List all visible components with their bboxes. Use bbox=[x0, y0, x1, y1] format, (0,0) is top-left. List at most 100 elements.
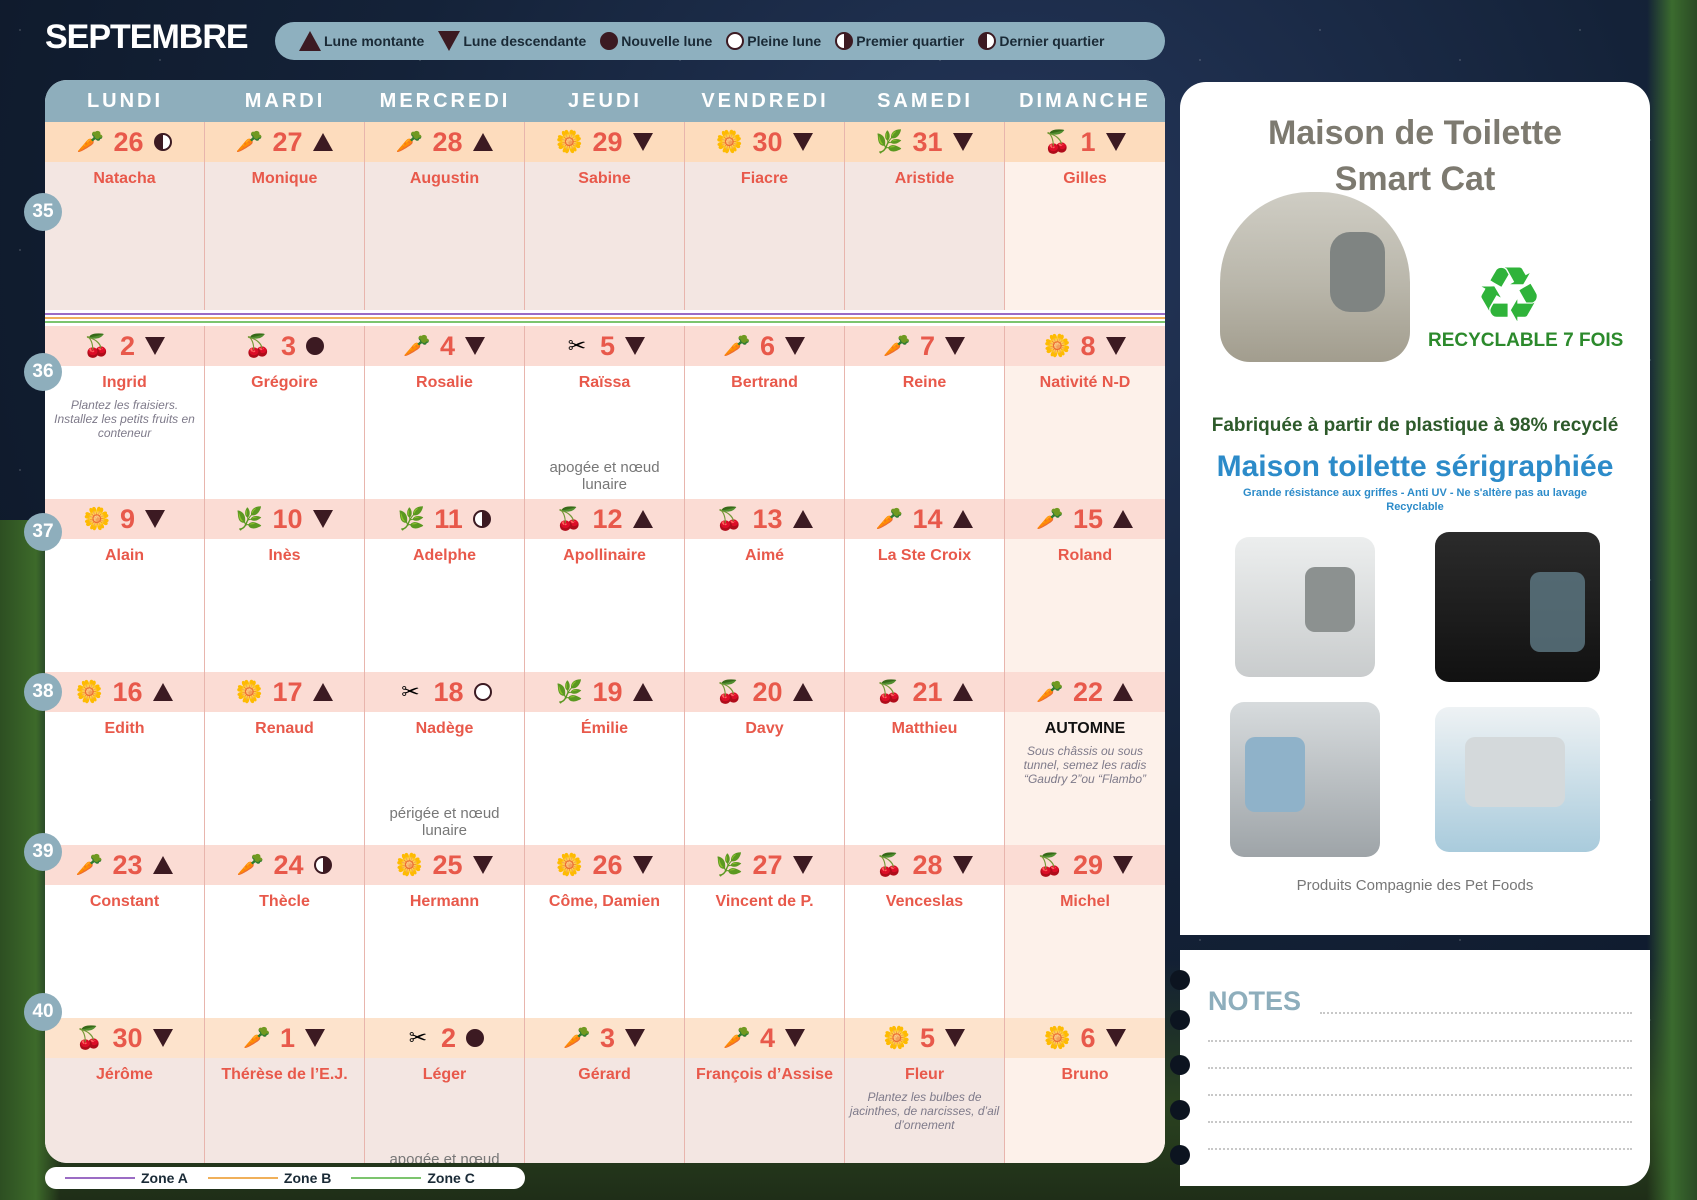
falling-moon-icon bbox=[632, 856, 653, 874]
flower-icon: 🌼 bbox=[715, 129, 744, 154]
month-title: SEPTEMBRE bbox=[45, 18, 249, 56]
cherry-icon: 🍒 bbox=[244, 333, 272, 358]
falling-moon-icon bbox=[1105, 337, 1126, 355]
saint-name: Sabine bbox=[578, 170, 631, 187]
falling-moon-icon bbox=[952, 856, 973, 874]
falling-moon-icon bbox=[312, 510, 333, 528]
moon-legend: Lune montante Lune descendante Nouvelle … bbox=[275, 22, 1165, 60]
new-moon-icon bbox=[466, 1029, 485, 1047]
first-quarter-icon bbox=[835, 32, 854, 50]
day-cell-header: 🌿 27 bbox=[685, 845, 844, 885]
day-cell: 🌿 19 Émilie bbox=[525, 672, 685, 845]
day-cell-header: 🍒 20 bbox=[685, 672, 844, 712]
day-number: 1 bbox=[1080, 126, 1096, 157]
rising-moon-icon bbox=[312, 683, 333, 701]
litter-box-image-black bbox=[1435, 532, 1600, 682]
lunar-event: apogée et nœud lunaire bbox=[389, 1151, 500, 1163]
carrot-icon: 🥕 bbox=[723, 1025, 751, 1050]
saint-name: Thècle bbox=[259, 893, 310, 910]
new-moon-icon bbox=[306, 337, 325, 355]
saint-name: Jérôme bbox=[96, 1066, 153, 1083]
day-number: 4 bbox=[439, 330, 456, 361]
recycle-icon: ♻ bbox=[1475, 253, 1544, 338]
weekday-6: DIMANCHE bbox=[1019, 90, 1151, 112]
week-number-badge: 38 bbox=[24, 673, 62, 711]
gardening-tip: Plantez les bulbes de jacinthes, de narc… bbox=[849, 1090, 1000, 1132]
day-cell-header: 🌼 17 bbox=[205, 672, 364, 712]
day-number: 26 bbox=[113, 126, 144, 157]
legend-new-moon-label: Nouvelle lune bbox=[621, 33, 713, 49]
falling-moon-icon bbox=[472, 856, 493, 874]
day-cell: 🥕 4 François d’Assise bbox=[685, 1018, 845, 1163]
day-number: 5 bbox=[919, 1022, 936, 1053]
day-cell: 🥕 4 Rosalie bbox=[365, 326, 525, 499]
binder-ring bbox=[1170, 1145, 1190, 1165]
note-line bbox=[1208, 1067, 1632, 1069]
day-number: 13 bbox=[752, 503, 783, 534]
carrot-icon: 🥕 bbox=[395, 129, 424, 154]
day-cell-header: 🥕 1 bbox=[205, 1018, 364, 1058]
day-cell-header: 🍒 2 bbox=[45, 326, 204, 366]
day-cell-header: 🍒 12 bbox=[525, 499, 684, 539]
note-line bbox=[1208, 1148, 1632, 1150]
saint-name: Adelphe bbox=[412, 547, 477, 564]
first-quarter-icon bbox=[472, 510, 491, 528]
leaf-icon: 🌿 bbox=[715, 852, 744, 877]
note-line bbox=[1208, 1094, 1632, 1096]
legend-first-quarter-label: Premier quartier bbox=[856, 33, 965, 49]
day-cell: ✂ 5 Raïssa apogée et nœud lunaire bbox=[525, 326, 685, 499]
zone-line bbox=[45, 313, 1165, 315]
ad-title-line1: Maison de Toilette bbox=[1267, 114, 1563, 152]
zone-label: Zone C bbox=[427, 1170, 475, 1186]
lunar-event: périgée et nœud lunaire bbox=[389, 805, 500, 839]
rising-moon-icon bbox=[472, 133, 493, 151]
day-cell: 🥕 23 Constant bbox=[45, 845, 205, 1018]
legend-last-quarter-label: Dernier quartier bbox=[999, 33, 1105, 49]
falling-moon-icon bbox=[145, 510, 166, 528]
lunar-event: apogée et nœud lunaire bbox=[549, 459, 660, 493]
new-moon-icon bbox=[600, 32, 619, 50]
flower-icon: 🌼 bbox=[235, 679, 264, 704]
notes-panel[interactable]: NOTES bbox=[1170, 950, 1650, 1186]
day-cell-header: 🥕 14 bbox=[845, 499, 1004, 539]
rising-moon-icon bbox=[952, 683, 973, 701]
falling-moon-icon bbox=[305, 1029, 326, 1047]
legend-first-quarter: Premier quartier bbox=[835, 32, 964, 50]
day-cell: 🌿 10 Inès bbox=[205, 499, 365, 672]
falling-moon-icon bbox=[1105, 1029, 1126, 1047]
carrot-icon: 🥕 bbox=[875, 506, 904, 531]
day-number: 3 bbox=[599, 1022, 616, 1053]
binder-ring bbox=[1170, 1100, 1190, 1120]
day-cell-header: 🌼 16 bbox=[45, 672, 204, 712]
day-cell: 🍒 28 Venceslas bbox=[845, 845, 1005, 1018]
day-cell-header: 🍒 29 bbox=[1005, 845, 1165, 885]
falling-moon-icon bbox=[1113, 856, 1134, 874]
day-number: 27 bbox=[272, 126, 303, 157]
day-number: 27 bbox=[752, 849, 783, 880]
rising-moon-icon bbox=[792, 510, 813, 528]
day-cell-header: 🌿 10 bbox=[205, 499, 364, 539]
day-cell: ✂2Légerapogée et nœud lunaire bbox=[365, 1018, 525, 1163]
day-number: 4 bbox=[759, 1022, 776, 1053]
zone-line-swatch bbox=[351, 1177, 422, 1179]
weekday-3: JEUDI bbox=[568, 90, 642, 112]
day-cell: 🍒 20 Davy bbox=[685, 672, 845, 845]
day-number: 6 bbox=[759, 330, 776, 361]
saint-name: Constant bbox=[89, 893, 160, 910]
legend-full-moon: Pleine lune bbox=[726, 32, 821, 50]
note-line bbox=[1208, 1121, 1632, 1123]
flower-icon: 🌼 bbox=[75, 679, 104, 704]
zone-legend: Zone A Zone B Zone C bbox=[45, 1167, 525, 1189]
saint-name: Renaud bbox=[255, 720, 314, 737]
day-cell-header: 🍒 3 bbox=[205, 326, 364, 366]
day-cell-header: 🌿 31 bbox=[845, 122, 1004, 162]
day-cell-header: 🌼 5 bbox=[845, 1018, 1004, 1058]
falling-moon-icon bbox=[945, 337, 966, 355]
legend-rising: Lune montante bbox=[299, 31, 424, 51]
saint-name: Gérard bbox=[578, 1066, 631, 1083]
flower-icon: 🌼 bbox=[555, 852, 584, 877]
legend-last-quarter: Dernier quartier bbox=[978, 32, 1104, 50]
day-number: 20 bbox=[752, 676, 783, 707]
day-number: 2 bbox=[119, 330, 136, 361]
week-number-badge: 36 bbox=[24, 353, 62, 391]
